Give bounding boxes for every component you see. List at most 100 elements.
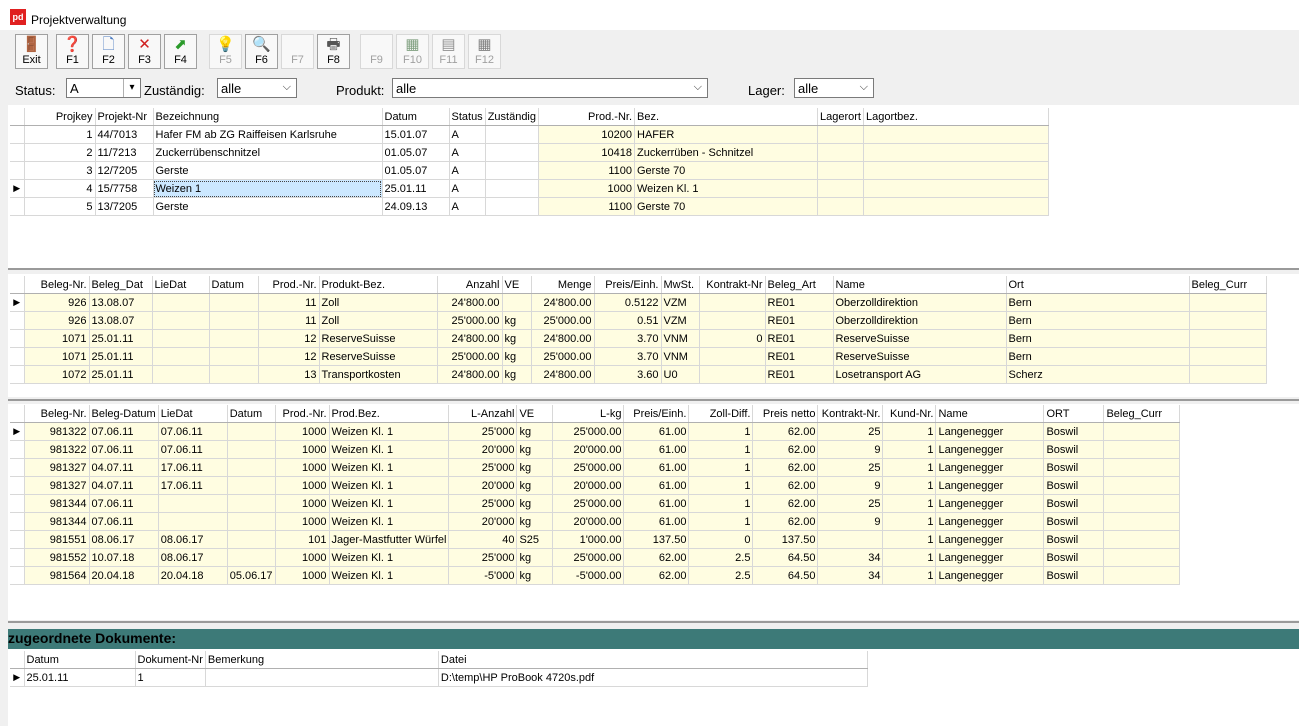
- table-cell[interactable]: 1000: [275, 566, 330, 585]
- table-cell[interactable]: 17.06.11: [158, 458, 228, 477]
- table-cell[interactable]: 12: [258, 329, 320, 348]
- table-row[interactable]: 981564 20.04.18 20.04.18 05.06.17 1000 Weizen…: [10, 566, 1181, 585]
- column-header[interactable]: Projkey: [24, 108, 96, 126]
- column-header[interactable]: Prod.-Nr.: [258, 276, 320, 294]
- table-cell[interactable]: Weizen Kl. 1: [329, 440, 450, 459]
- table-cell[interactable]: 20.04.18: [158, 566, 228, 585]
- table-cell[interactable]: RE01: [765, 311, 834, 330]
- table-cell[interactable]: A: [449, 125, 486, 144]
- table-cell[interactable]: [485, 143, 540, 162]
- table-cell[interactable]: RE01: [765, 329, 834, 348]
- table-cell[interactable]: 20'000.00: [552, 512, 625, 531]
- table-cell[interactable]: [817, 125, 864, 144]
- table-cell[interactable]: Losetransport AG: [833, 365, 1007, 384]
- column-header[interactable]: Projekt-Nr: [95, 108, 154, 126]
- table-cell[interactable]: Weizen Kl. 1: [329, 548, 450, 567]
- column-header[interactable]: Preis netto: [752, 405, 819, 423]
- column-header[interactable]: Beleg-Datum: [89, 405, 159, 423]
- column-header[interactable]: Ort: [1006, 276, 1190, 294]
- table-cell[interactable]: 62.00: [623, 548, 690, 567]
- table-cell[interactable]: 61.00: [623, 476, 690, 495]
- table-row[interactable]: 2 11/7213 Zuckerrübenschnitzel 01.05.07 A 104…: [10, 143, 1049, 162]
- table-cell[interactable]: kg: [516, 476, 554, 495]
- current-row-arrow-icon[interactable]: ▶: [10, 422, 25, 441]
- table-cell[interactable]: 11: [258, 311, 320, 330]
- toolbar-button-f2[interactable]: 🗋 F2: [92, 34, 125, 69]
- table-cell[interactable]: -5'000: [448, 566, 518, 585]
- column-header[interactable]: Datum: [209, 276, 259, 294]
- row-indicator[interactable]: [10, 329, 25, 348]
- table-cell[interactable]: 1: [135, 668, 206, 687]
- table-cell[interactable]: [209, 329, 259, 348]
- table-cell[interactable]: 10200: [538, 125, 635, 144]
- table-cell[interactable]: 20'000.00: [552, 476, 625, 495]
- table-cell[interactable]: Langenegger: [935, 566, 1045, 585]
- table-cell[interactable]: Weizen Kl. 1: [329, 494, 450, 513]
- column-header[interactable]: L-Anzahl: [448, 405, 518, 423]
- table-cell[interactable]: 137.50: [752, 530, 819, 549]
- toolbar-button-f7[interactable]: F7: [281, 34, 314, 69]
- table-cell[interactable]: 981344: [24, 512, 90, 531]
- table-cell[interactable]: 07.06.11: [158, 440, 228, 459]
- table-cell[interactable]: [158, 512, 228, 531]
- table-row[interactable]: 981344 07.06.11 1000 Weizen Kl. 1 20'000 kg 20…: [10, 512, 1181, 531]
- table-cell[interactable]: 1: [882, 530, 937, 549]
- table-cell[interactable]: RE01: [765, 365, 834, 384]
- table-cell[interactable]: 1: [882, 422, 937, 441]
- table-cell[interactable]: 11/7213: [95, 143, 154, 162]
- table-cell[interactable]: S25: [516, 530, 554, 549]
- column-header[interactable]: Lagerort: [817, 108, 864, 126]
- table-cell[interactable]: [863, 125, 1049, 144]
- table-row[interactable]: 981327 04.07.11 17.06.11 1000 Weizen Kl. 1 25…: [10, 458, 1181, 477]
- table-cell[interactable]: [1189, 365, 1267, 384]
- table-cell[interactable]: VNM: [661, 347, 700, 366]
- table-cell[interactable]: kg: [516, 458, 554, 477]
- table-cell[interactable]: [502, 293, 532, 312]
- table-cell[interactable]: [209, 293, 259, 312]
- table-cell[interactable]: 25'000.00: [437, 347, 503, 366]
- table-cell[interactable]: RE01: [765, 293, 834, 312]
- table-cell[interactable]: VZM: [661, 311, 700, 330]
- table-cell[interactable]: [1189, 347, 1267, 366]
- documents-grid[interactable]: Datum Dokument-Nr Bemerkung Datei ▶ 25.01.11 1…: [10, 651, 868, 687]
- table-cell[interactable]: 61.00: [623, 458, 690, 477]
- row-indicator[interactable]: [10, 548, 25, 567]
- table-cell[interactable]: 08.06.17: [158, 530, 228, 549]
- table-row[interactable]: 1071 25.01.11 12 ReserveSuisse 24'800.00 kg 24…: [10, 329, 1267, 348]
- table-cell[interactable]: Boswil: [1043, 530, 1105, 549]
- table-cell[interactable]: 64.50: [752, 566, 819, 585]
- table-cell[interactable]: Boswil: [1043, 476, 1105, 495]
- table-cell[interactable]: [863, 197, 1049, 216]
- table-cell[interactable]: [1103, 476, 1181, 495]
- table-cell[interactable]: 25.01.11: [382, 179, 450, 198]
- table-cell[interactable]: 20'000: [448, 512, 518, 531]
- table-cell[interactable]: 3.70: [594, 347, 662, 366]
- column-header[interactable]: LieDat: [158, 405, 228, 423]
- table-cell[interactable]: 10.07.18: [89, 548, 159, 567]
- table-cell[interactable]: -5'000.00: [552, 566, 625, 585]
- table-row[interactable]: 981322 07.06.11 07.06.11 1000 Weizen Kl. 1 20…: [10, 440, 1181, 459]
- table-cell[interactable]: [1103, 548, 1181, 567]
- table-cell[interactable]: 1: [882, 476, 937, 495]
- row-indicator[interactable]: [10, 311, 25, 330]
- table-cell[interactable]: 2.5: [688, 566, 754, 585]
- table-cell[interactable]: 1000: [275, 476, 330, 495]
- table-row[interactable]: 1071 25.01.11 12 ReserveSuisse 25'000.00 kg 25…: [10, 347, 1267, 366]
- toolbar-button-f11[interactable]: ▤ F11: [432, 34, 465, 69]
- table-cell[interactable]: Hafer FM ab ZG Raiffeisen Karlsruhe: [153, 125, 383, 144]
- table-cell[interactable]: 25: [817, 422, 884, 441]
- table-cell[interactable]: [699, 311, 766, 330]
- table-cell[interactable]: 25'000.00: [552, 422, 625, 441]
- table-cell[interactable]: 07.06.11: [89, 440, 159, 459]
- table-cell[interactable]: 25'000: [448, 458, 518, 477]
- table-cell[interactable]: [817, 197, 864, 216]
- table-cell[interactable]: [152, 293, 210, 312]
- table-cell[interactable]: [205, 668, 439, 687]
- table-cell[interactable]: [699, 365, 766, 384]
- table-cell[interactable]: 3.70: [594, 329, 662, 348]
- column-header[interactable]: Bez.: [634, 108, 818, 126]
- table-cell[interactable]: 4: [24, 179, 96, 198]
- zustaendig-combobox[interactable]: alle ⌵: [217, 78, 297, 98]
- table-cell[interactable]: 981552: [24, 548, 90, 567]
- table-cell[interactable]: kg: [502, 365, 532, 384]
